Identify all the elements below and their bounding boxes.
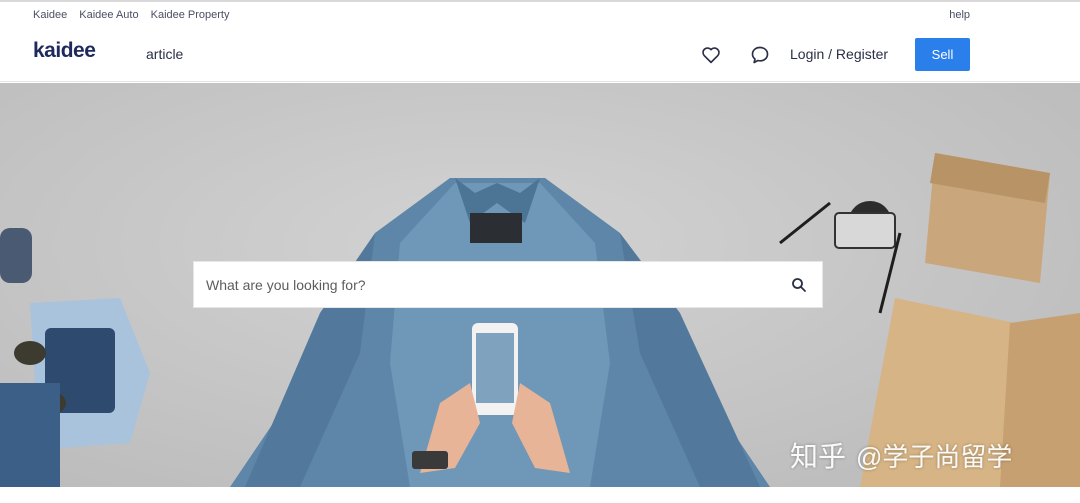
nav-article-link[interactable]: article	[146, 46, 183, 62]
watermark: 知乎 @学子尚留学	[790, 435, 1012, 475]
sell-button[interactable]: Sell	[915, 38, 970, 71]
search-input[interactable]	[194, 262, 774, 307]
site-link-kaidee-auto[interactable]: Kaidee Auto	[79, 9, 138, 21]
site-link-kaidee-property[interactable]: Kaidee Property	[151, 9, 230, 21]
zhihu-watermark-logo: 知乎	[790, 441, 847, 472]
search-icon[interactable]	[791, 277, 807, 293]
page-bottom-edge	[0, 487, 1080, 503]
site-links: Kaidee Kaidee Auto Kaidee Property	[33, 9, 230, 21]
search-bar	[193, 261, 823, 308]
top-utility-bar: Kaidee Kaidee Auto Kaidee Property help	[0, 0, 1080, 30]
heart-icon[interactable]	[700, 44, 722, 66]
help-link[interactable]: help	[949, 9, 970, 21]
kaidee-logo[interactable]: kaidee	[33, 39, 96, 63]
chat-bubble-icon[interactable]	[749, 44, 771, 66]
login-register-link[interactable]: Login / Register	[790, 46, 888, 62]
site-link-kaidee[interactable]: Kaidee	[33, 9, 67, 21]
hero-banner: 知乎 @学子尚留学	[0, 83, 1080, 487]
main-header: kaidee article Login / Register Sell	[0, 30, 1080, 82]
watermark-handle: @学子尚留学	[856, 441, 1013, 472]
